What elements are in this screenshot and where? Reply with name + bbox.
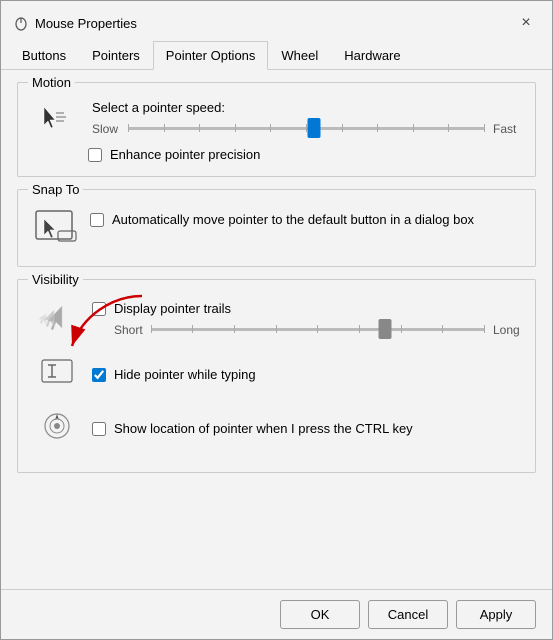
trails-checkbox[interactable]: [92, 302, 106, 316]
snap-to-content: Automatically move pointer to the defaul…: [32, 206, 521, 252]
snap-to-section: Snap To Automatically move pointer to th…: [17, 189, 536, 267]
snap-to-checkbox[interactable]: [90, 213, 104, 227]
tab-bar: Buttons Pointers Pointer Options Wheel H…: [1, 41, 552, 70]
trails-slider[interactable]: [151, 320, 485, 340]
mouse-icon: [13, 15, 29, 31]
visibility-section-body: Display pointer trails Short: [32, 296, 521, 448]
motion-icon-area: [32, 99, 82, 139]
tab-buttons[interactable]: Buttons: [9, 41, 79, 70]
motion-section-body: Select a pointer speed: Slow: [32, 99, 521, 162]
show-location-checkbox-row: Show location of pointer when I press th…: [92, 421, 413, 436]
speed-slider-thumb[interactable]: [307, 118, 320, 138]
trails-label: Display pointer trails: [114, 301, 231, 316]
trails-checkbox-row: Display pointer trails: [92, 301, 521, 316]
close-button[interactable]: ×: [512, 9, 540, 37]
speed-slider[interactable]: [128, 119, 485, 139]
snap-to-body: Automatically move pointer to the defaul…: [32, 206, 521, 252]
hide-typing-item: Hide pointer while typing: [32, 350, 521, 394]
show-location-cursor-icon: [34, 406, 80, 446]
tab-pointer-options[interactable]: Pointer Options: [153, 41, 269, 70]
snap-to-section-title: Snap To: [28, 182, 83, 197]
dialog-window: Mouse Properties × Buttons Pointers Poin…: [0, 0, 553, 640]
short-label: Short: [114, 323, 143, 337]
speed-row: Select a pointer speed: Slow: [92, 100, 521, 139]
hide-typing-label: Hide pointer while typing: [114, 367, 256, 382]
content-area: Motion Selec: [1, 70, 552, 589]
enhance-precision-row: Enhance pointer precision: [88, 147, 521, 162]
hide-typing-checkbox[interactable]: [92, 368, 106, 382]
trails-content: Display pointer trails Short: [92, 297, 521, 340]
snap-to-label: Automatically move pointer to the defaul…: [112, 212, 474, 227]
motion-cursor-icon: [38, 103, 76, 135]
hide-typing-checkbox-row: Hide pointer while typing: [92, 367, 256, 382]
tab-wheel[interactable]: Wheel: [268, 41, 331, 70]
motion-section: Motion Selec: [17, 82, 536, 177]
show-location-item: Show location of pointer when I press th…: [32, 404, 521, 448]
snap-to-checkbox-row: Automatically move pointer to the defaul…: [90, 212, 474, 227]
speed-slider-row: Slow: [92, 119, 521, 139]
motion-section-title: Motion: [28, 75, 75, 90]
cancel-button[interactable]: Cancel: [368, 600, 448, 629]
fast-label: Fast: [493, 122, 521, 136]
trails-slider-thumb[interactable]: [378, 319, 391, 339]
dialog-title: Mouse Properties: [35, 16, 137, 31]
show-location-label: Show location of pointer when I press th…: [114, 421, 413, 436]
slow-label: Slow: [92, 122, 120, 136]
show-location-checkbox[interactable]: [92, 422, 106, 436]
footer: OK Cancel Apply: [1, 589, 552, 639]
visibility-section: Visibility: [17, 279, 536, 473]
tab-pointers[interactable]: Pointers: [79, 41, 153, 70]
visibility-section-title: Visibility: [28, 272, 83, 287]
trails-cursor-icon: [34, 298, 80, 338]
title-bar: Mouse Properties ×: [1, 1, 552, 41]
trails-icon-area: [32, 296, 82, 340]
ok-button[interactable]: OK: [280, 600, 360, 629]
title-bar-left: Mouse Properties: [13, 15, 137, 31]
snap-icon-area: [32, 208, 80, 252]
speed-label: Select a pointer speed:: [92, 100, 521, 115]
motion-row: Select a pointer speed: Slow: [32, 99, 521, 139]
snap-cursor-icon: [34, 209, 78, 251]
trails-slider-row: Short: [114, 320, 521, 340]
enhance-precision-label: Enhance pointer precision: [110, 147, 260, 162]
hide-typing-icon-area: [32, 350, 82, 394]
apply-button[interactable]: Apply: [456, 600, 536, 629]
hide-typing-cursor-icon: [34, 352, 80, 392]
tab-hardware[interactable]: Hardware: [331, 41, 413, 70]
trails-item: Display pointer trails Short: [32, 296, 521, 340]
long-label: Long: [493, 323, 521, 337]
show-location-icon-area: [32, 404, 82, 448]
enhance-precision-checkbox[interactable]: [88, 148, 102, 162]
